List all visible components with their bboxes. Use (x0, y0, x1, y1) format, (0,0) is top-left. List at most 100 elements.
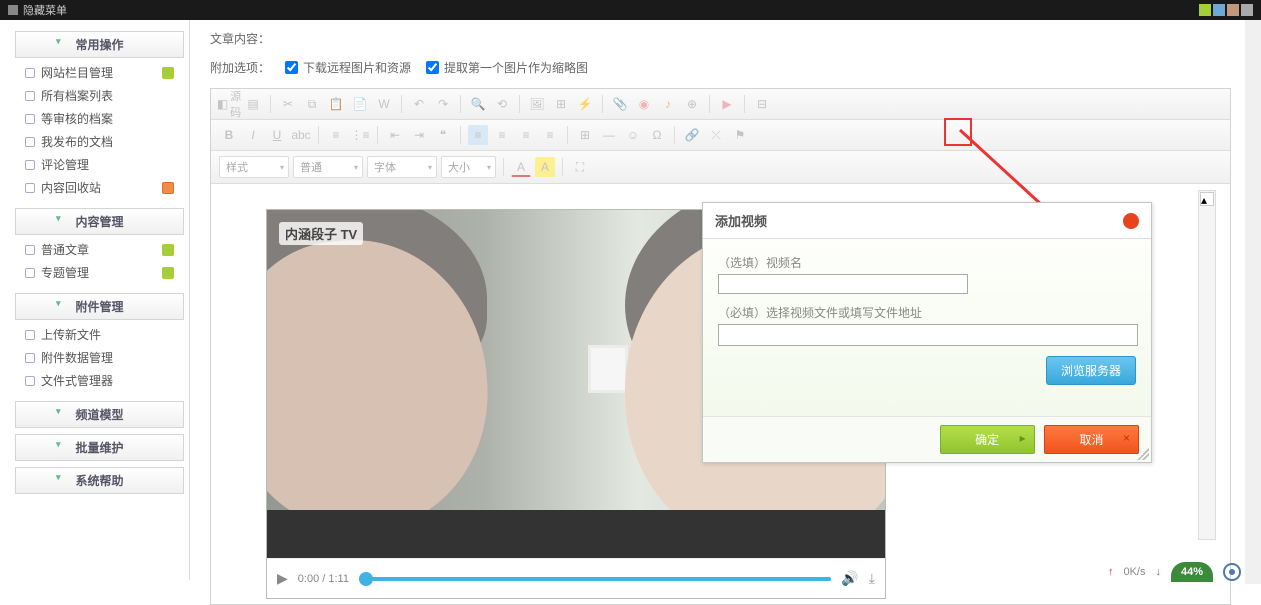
insert-video-icon[interactable]: ▶ (717, 94, 737, 114)
win-btn-4[interactable] (1241, 4, 1253, 16)
sidebar-hdr-content[interactable]: 内容管理 (15, 208, 184, 235)
ok-button[interactable]: 确定 (940, 425, 1035, 454)
sidebar-item-comments[interactable]: 评论管理 (25, 153, 184, 176)
link-icon[interactable]: 🔗 (682, 125, 702, 145)
sidebar-item-all-docs[interactable]: 所有档案列表 (25, 84, 184, 107)
label-opts: 附加选项： (210, 59, 285, 76)
style-select[interactable]: 样式 (219, 156, 289, 178)
italic-icon[interactable]: I (243, 125, 263, 145)
size-select[interactable]: 大小 (441, 156, 496, 178)
sidebar-hdr-help[interactable]: 系统帮助 (15, 467, 184, 494)
window-controls (1199, 4, 1253, 16)
addon-icon[interactable]: ⊕ (682, 94, 702, 114)
battery-pct[interactable]: 44% (1171, 562, 1213, 582)
unlink-icon[interactable]: ⤫ (706, 125, 726, 145)
cancel-button[interactable]: 取消 (1044, 425, 1139, 454)
window-title: 隐藏菜单 (23, 2, 1199, 18)
sidebar-item-upload[interactable]: 上传新文件 (25, 323, 184, 346)
format-select[interactable]: 普通 (293, 156, 363, 178)
underline-icon[interactable]: U (267, 125, 287, 145)
pagebreak-icon[interactable]: ⊟ (752, 94, 772, 114)
font-select[interactable]: 字体 (367, 156, 437, 178)
checkbox-download-remote[interactable] (285, 61, 298, 74)
flash-icon[interactable]: ⚡ (575, 94, 595, 114)
paste-text-icon[interactable]: 📄 (350, 94, 370, 114)
fullscreen-icon[interactable]: ⤓ (869, 570, 875, 587)
maximize-icon[interactable]: ⛶ (570, 157, 590, 177)
video-seek[interactable] (359, 577, 831, 581)
sidebar-item-label: 网站栏目管理 (41, 64, 113, 81)
align-right-icon[interactable]: ≡ (516, 125, 536, 145)
image-icon[interactable]: 🖼 (527, 94, 547, 114)
sidebar-item-topic[interactable]: 专题管理 (25, 261, 184, 284)
sidebar-item-label: 所有档案列表 (41, 87, 113, 104)
video-name-input[interactable] (718, 274, 968, 294)
copy-icon[interactable]: ⧉ (302, 94, 322, 114)
specialchar-icon[interactable]: Ω (647, 125, 667, 145)
align-left-icon[interactable]: ≡ (468, 125, 488, 145)
checkbox-first-thumb[interactable] (426, 61, 439, 74)
music-icon[interactable]: ♪ (658, 94, 678, 114)
blockquote-icon[interactable]: ❝ (433, 125, 453, 145)
bold-icon[interactable]: B (219, 125, 239, 145)
outdent-icon[interactable]: ⇤ (385, 125, 405, 145)
video-url-input[interactable] (718, 324, 1138, 346)
bg-color-icon[interactable]: A (535, 157, 555, 177)
label-body: 文章内容： (210, 30, 285, 47)
sidebar-item-filemgr[interactable]: 文件式管理器 (25, 369, 184, 392)
ul-icon[interactable]: ⋮≡ (350, 125, 370, 145)
sidebar-item-attach-db[interactable]: 附件数据管理 (25, 346, 184, 369)
dialog-header[interactable]: 添加视频 (703, 203, 1151, 239)
sidebar-item-pending[interactable]: 等审核的档案 (25, 107, 184, 130)
win-btn-3[interactable] (1227, 4, 1239, 16)
sidebar-item-columns[interactable]: 网站栏目管理 (25, 61, 184, 84)
align-center-icon[interactable]: ≡ (492, 125, 512, 145)
emoji-icon[interactable]: ☺ (623, 125, 643, 145)
tray-app-icon[interactable] (1223, 563, 1241, 581)
anchor-icon[interactable]: ⚑ (730, 125, 750, 145)
ol-icon[interactable]: ≡ (326, 125, 346, 145)
volume-icon[interactable]: 🔊 (841, 570, 858, 587)
annotation-highlight-box (944, 118, 972, 146)
browse-server-button[interactable]: 浏览服务器 (1046, 356, 1136, 385)
editor-scrollbar[interactable]: ▴ (1198, 190, 1216, 540)
sidebar-hdr-common[interactable]: 常用操作 (15, 31, 184, 58)
indent-icon[interactable]: ⇥ (409, 125, 429, 145)
multi-image-icon[interactable]: ⊞ (551, 94, 571, 114)
undo-icon[interactable]: ↶ (409, 94, 429, 114)
media-icon[interactable]: ◉ (634, 94, 654, 114)
source-button[interactable]: ◧ 源码 (219, 94, 239, 114)
close-icon[interactable] (1123, 213, 1139, 229)
resize-handle[interactable] (1137, 448, 1149, 460)
sidebar-item-label: 附件数据管理 (41, 349, 113, 366)
sidebar-item-recycle[interactable]: 内容回收站 (25, 176, 184, 199)
paste-word-icon[interactable]: W (374, 94, 394, 114)
sidebar-item-label: 内容回收站 (41, 179, 101, 196)
editor-toolbar-3: 样式 普通 字体 大小 A A ⛶ (211, 151, 1230, 184)
align-justify-icon[interactable]: ≡ (540, 125, 560, 145)
sidebar-item-article[interactable]: 普通文章 (25, 238, 184, 261)
hr-icon[interactable]: — (599, 125, 619, 145)
replace-icon[interactable]: ⟲ (492, 94, 512, 114)
sidebar-hdr-channel[interactable]: 频道模型 (15, 401, 184, 428)
win-btn-2[interactable] (1213, 4, 1225, 16)
attachment-icon[interactable]: 📎 (610, 94, 630, 114)
newpage-icon[interactable]: ▤ (243, 94, 263, 114)
page-scrollbar[interactable] (1245, 20, 1261, 584)
sidebar-item-my-docs[interactable]: 我发布的文档 (25, 130, 184, 153)
scroll-up-icon[interactable]: ▴ (1200, 192, 1214, 206)
sidebar-item-label: 评论管理 (41, 156, 89, 173)
win-btn-1[interactable] (1199, 4, 1211, 16)
table-icon[interactable]: ⊞ (575, 125, 595, 145)
left-tab-strip[interactable] (0, 20, 10, 580)
cut-icon[interactable]: ✂ (278, 94, 298, 114)
redo-icon[interactable]: ↷ (433, 94, 453, 114)
play-icon[interactable]: ▶ (277, 570, 288, 587)
paste-icon[interactable]: 📋 (326, 94, 346, 114)
sidebar-item-label: 文件式管理器 (41, 372, 113, 389)
sidebar-hdr-attach[interactable]: 附件管理 (15, 293, 184, 320)
find-icon[interactable]: 🔍 (468, 94, 488, 114)
text-color-icon[interactable]: A (511, 157, 531, 177)
sidebar-hdr-batch[interactable]: 批量维护 (15, 434, 184, 461)
strike-icon[interactable]: abc (291, 125, 311, 145)
